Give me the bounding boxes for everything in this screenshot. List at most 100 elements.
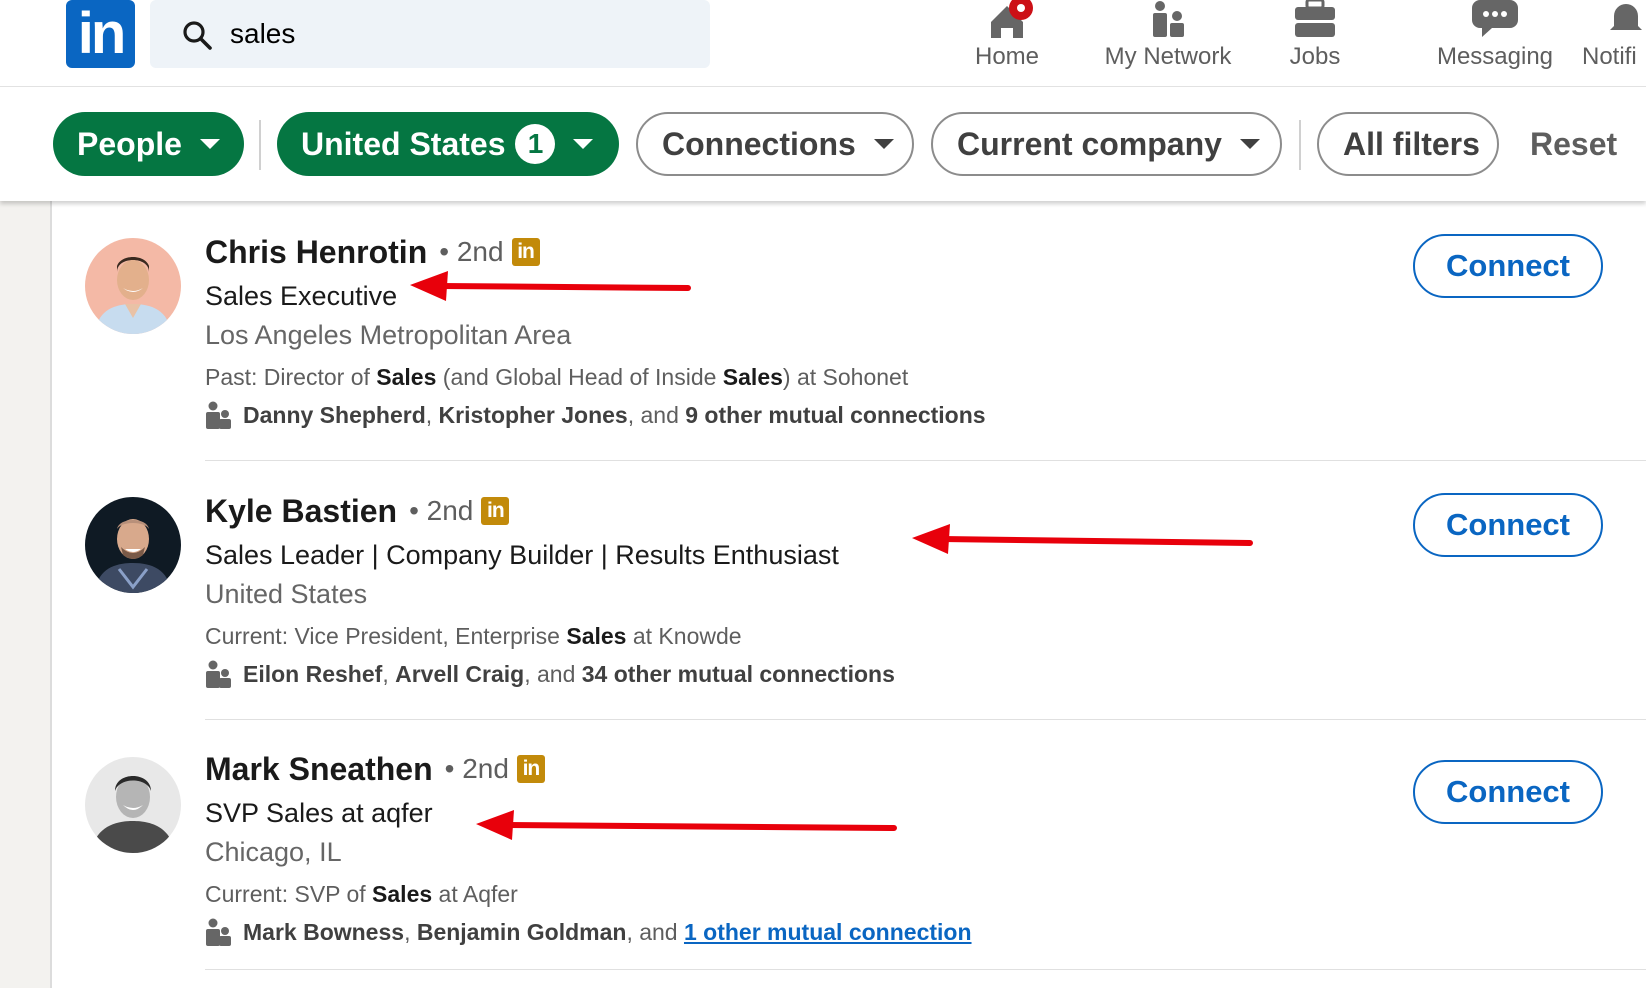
- chevron-down-icon: [1239, 139, 1260, 149]
- linkedin-premium-icon: in: [511, 238, 540, 266]
- connect-button[interactable]: Connect: [1413, 493, 1603, 557]
- result-location: Chicago, IL: [205, 837, 342, 867]
- nav-label-messaging: Messaging: [1436, 43, 1554, 70]
- summary-text: Current: Vice President, Enterprise: [205, 623, 567, 649]
- filter-divider: [259, 120, 261, 170]
- left-gutter: [0, 201, 52, 988]
- avatar[interactable]: [85, 757, 181, 853]
- network-icon: [1153, 1, 1184, 37]
- linkedin-premium-icon: in: [481, 497, 510, 525]
- result-name-line: Mark Sneathen • 2nd in: [205, 749, 545, 789]
- all-filters-button[interactable]: All filters: [1317, 112, 1499, 176]
- summary-keyword: Sales: [376, 364, 437, 390]
- chevron-down-icon: [199, 139, 220, 149]
- nav-label-home: Home: [974, 43, 1040, 70]
- mutual-more: 34 other mutual connections: [581, 660, 895, 687]
- filter-current-company-label: Current company: [957, 125, 1222, 162]
- mutual-and: , and: [627, 401, 686, 428]
- filter-connections[interactable]: Connections: [636, 112, 914, 176]
- connect-button[interactable]: Connect: [1413, 234, 1603, 298]
- summary-keyword: Sales: [372, 881, 433, 907]
- mutual-connections-icon: [206, 401, 231, 429]
- result-headline: SVP Sales at aqfer: [205, 798, 433, 828]
- search-result-item: Mark Sneathen • 2nd in SVP Sales at aqfe…: [52, 720, 1646, 980]
- mutual-separator: ,: [425, 401, 439, 428]
- mutual-connections-icon: [206, 660, 231, 688]
- filter-people[interactable]: People: [53, 112, 244, 176]
- result-summary: Current: SVP of Sales at Aqfer: [205, 881, 518, 908]
- bell-icon: [1610, 4, 1642, 30]
- mutual-and: , and: [626, 918, 684, 945]
- result-headline: Sales Leader | Company Builder | Results…: [205, 540, 839, 570]
- linkedin-logo[interactable]: in: [66, 0, 135, 68]
- result-divider: [205, 968, 1646, 970]
- search-result-item: Chris Henrotin • 2nd in Sales Executive …: [52, 201, 1646, 461]
- summary-keyword: Sales: [566, 623, 627, 649]
- search-input[interactable]: [230, 14, 680, 54]
- result-name[interactable]: Chris Henrotin: [205, 234, 427, 271]
- red-arrow-annotation: [476, 810, 897, 840]
- result-summary: Past: Director of Sales (and Global Head…: [205, 364, 908, 391]
- nav-item-notifications[interactable]: Notifi: [1582, 0, 1646, 86]
- mutual-more: 9 other mutual connections: [685, 401, 986, 428]
- mutual-connections-icon: [206, 918, 231, 946]
- mutual-name: Danny Shepherd: [243, 401, 426, 428]
- filter-current-company[interactable]: Current company: [931, 112, 1282, 176]
- summary-text: Current: SVP of: [205, 881, 373, 907]
- mutual-and: , and: [524, 660, 582, 687]
- mutual-name: Kristopher Jones: [438, 401, 628, 428]
- nav-label-my-network: My Network: [1104, 43, 1232, 70]
- nav-item-my-network[interactable]: My Network: [1098, 0, 1238, 86]
- mutual-name: Eilon Reshef: [243, 660, 383, 687]
- nav-item-home[interactable]: Home: [962, 0, 1052, 86]
- red-arrow-annotation: [912, 524, 1253, 554]
- chevron-down-icon: [573, 139, 594, 149]
- filter-united-states-label: United States: [301, 125, 506, 162]
- filter-connections-label: Connections: [662, 125, 856, 162]
- mutual-connections: Danny Shepherd, Kristopher Jones, and 9 …: [205, 400, 986, 430]
- mutual-name: Arvell Craig: [395, 660, 525, 687]
- filter-divider: [1299, 120, 1301, 170]
- summary-text: at Aqfer: [432, 881, 518, 907]
- summary-text: (and Global Head of Inside: [436, 364, 723, 390]
- mutual-separator: ,: [404, 918, 417, 945]
- avatar[interactable]: [85, 497, 181, 593]
- all-filters-label: All filters: [1343, 125, 1480, 162]
- reset-button[interactable]: Reset: [1530, 112, 1617, 176]
- mutual-name: Benjamin Goldman: [416, 918, 627, 945]
- home-icon: [991, 0, 1033, 38]
- global-nav: in Home My Network Jobs: [0, 0, 1646, 87]
- result-location: United States: [205, 579, 368, 609]
- nav-item-jobs[interactable]: Jobs: [1280, 0, 1350, 86]
- briefcase-icon: [1295, 0, 1335, 37]
- linkedin-premium-icon: in: [516, 755, 545, 783]
- mutual-connections: Eilon Reshef, Arvell Craig, and 34 other…: [205, 659, 895, 689]
- connection-degree: • 2nd: [444, 753, 509, 784]
- filter-count-badge: 1: [515, 124, 556, 164]
- red-arrow-annotation: [410, 271, 691, 301]
- messaging-icon: [1472, 0, 1518, 37]
- connection-degree: • 2nd: [409, 495, 474, 526]
- connect-button[interactable]: Connect: [1413, 760, 1603, 824]
- summary-text: at Knowde: [626, 623, 742, 649]
- result-name-line: Kyle Bastien • 2nd in: [205, 491, 510, 531]
- search-icon: [183, 21, 212, 50]
- summary-keyword: Sales: [722, 364, 783, 390]
- result-name-line: Chris Henrotin • 2nd in: [205, 232, 540, 272]
- connection-degree: • 2nd: [439, 236, 504, 267]
- search-result-item: Kyle Bastien • 2nd in Sales Leader | Com…: [52, 460, 1646, 720]
- mutual-name: Mark Bowness: [243, 918, 405, 945]
- filter-people-label: People: [77, 125, 182, 162]
- nav-item-messaging[interactable]: Messaging: [1430, 0, 1560, 86]
- result-name[interactable]: Kyle Bastien: [205, 493, 397, 530]
- search-filter-bar: People United States 1 Connections Curre…: [0, 87, 1646, 201]
- search-bar: [150, 0, 710, 68]
- avatar[interactable]: [85, 238, 181, 334]
- nav-label-notifications: Notifi: [1582, 43, 1637, 70]
- result-headline: Sales Executive: [205, 281, 398, 311]
- mutual-more-link[interactable]: 1 other mutual connection: [684, 919, 972, 946]
- mutual-connections: Mark Bowness, Benjamin Goldman, and 1 ot…: [205, 917, 972, 947]
- filter-united-states[interactable]: United States 1: [277, 112, 619, 176]
- result-name[interactable]: Mark Sneathen: [205, 751, 433, 788]
- chevron-down-icon: [873, 139, 894, 149]
